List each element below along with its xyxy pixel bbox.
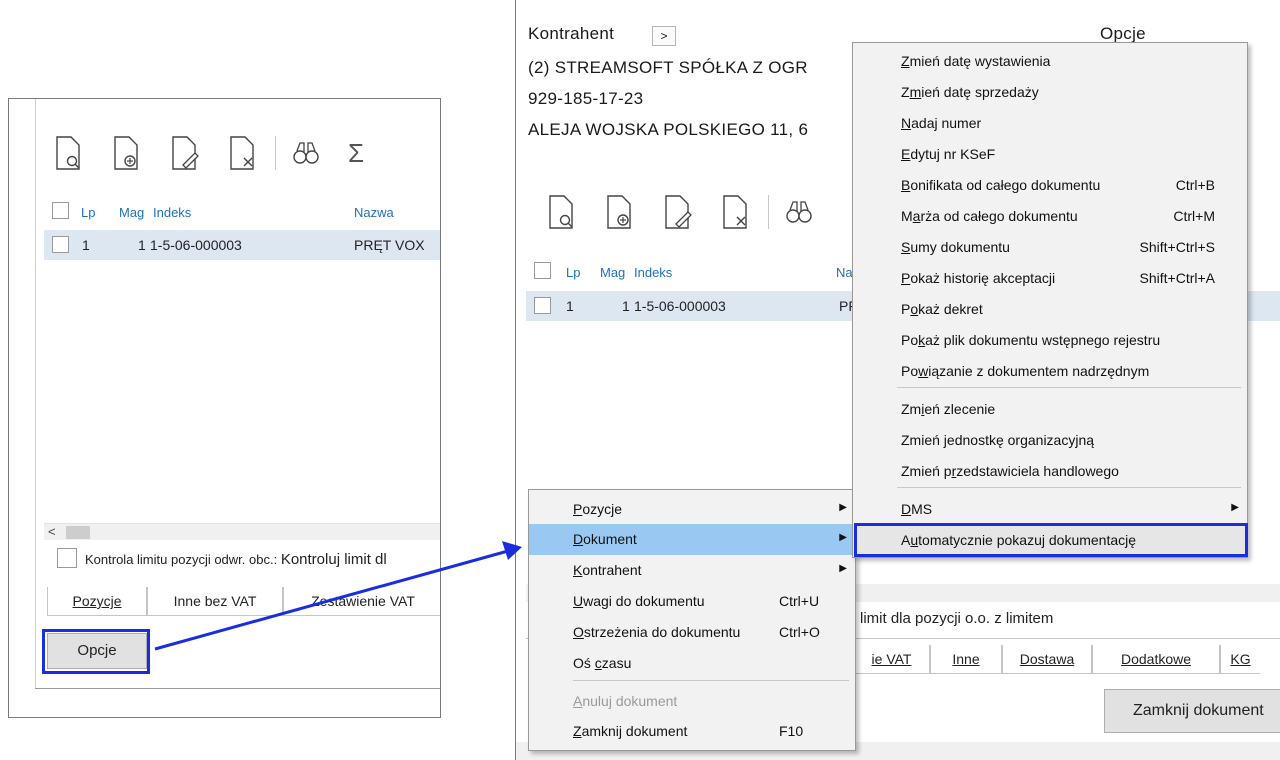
submenu-item[interactable]: Zmień przedstawiciela handlowego [853, 456, 1247, 487]
context-menu: Pozycje ▶ Dokument ▶ Kontrahent ▶ Uwagi do dok… [528, 489, 856, 751]
close-document-button[interactable]: Zamknij dokument [1104, 689, 1280, 733]
horizontal-scrollbar[interactable]: < [44, 523, 440, 540]
context-menu-item[interactable]: Oś czasu [529, 648, 855, 679]
left-toolbar: Σ [53, 135, 406, 171]
column-nazwa[interactable]: Na [836, 265, 853, 280]
tab-dodatkowe[interactable]: Dodatkowe [1092, 645, 1220, 674]
limit-checkbox[interactable] [57, 548, 77, 568]
menu-separator [897, 387, 1241, 388]
toolbar-separator [275, 136, 276, 170]
submenu-item[interactable]: Pokaż historię akceptacji Shift+Ctrl+A [853, 263, 1247, 294]
context-menu-item[interactable]: Pozycje ▶ [529, 494, 855, 525]
submenu-item[interactable]: Pokaż dekret [853, 294, 1247, 325]
cell-mag: 1 [622, 298, 630, 314]
scroll-left-icon[interactable]: < [48, 524, 56, 539]
submenu-item[interactable]: Zmień datę sprzedaży [853, 77, 1247, 108]
tab-pozycje[interactable]: Pozycje [47, 587, 147, 616]
menu-separator [573, 680, 849, 681]
submenu-item[interactable]: Zmień jednostkę organizacyjną [853, 425, 1247, 456]
select-all-checkbox[interactable] [534, 262, 551, 279]
edit-document-icon[interactable] [169, 135, 201, 171]
submenu-item[interactable]: Zmień datę wystawienia [853, 46, 1247, 77]
preview-document-icon[interactable] [53, 135, 85, 171]
sum-icon[interactable]: Σ [348, 135, 380, 171]
cell-nazwa: PRĘT VOX [354, 237, 425, 253]
binoculars-icon[interactable] [290, 135, 322, 171]
delete-document-icon[interactable] [227, 135, 259, 171]
menu-separator [897, 487, 1241, 488]
cell-lp: 1 [82, 237, 90, 253]
tab-kg[interactable]: KG [1220, 645, 1260, 674]
cell-indeks: 1-5-06-000003 [634, 298, 726, 314]
row-checkbox[interactable] [52, 236, 69, 253]
column-mag[interactable]: Mag [119, 205, 144, 220]
add-document-icon[interactable] [111, 135, 143, 171]
context-menu-item[interactable]: Ostrzeżenia do dokumentu Ctrl+O [529, 617, 855, 648]
options-highlight [42, 629, 150, 674]
tab-bez-vat[interactable]: ie VAT [854, 645, 930, 674]
opcje-label[interactable]: Opcje [1100, 24, 1146, 44]
submenu-arrow-icon: ▶ [839, 502, 847, 513]
column-lp[interactable]: Lp [566, 265, 580, 280]
context-menu-item[interactable]: Dokument ▶ [529, 524, 855, 555]
column-nazwa[interactable]: Nazwa [354, 205, 394, 220]
preview-document-icon[interactable] [546, 194, 578, 230]
limit-value[interactable]: Kontroluj limit dl [281, 551, 387, 568]
company-address: ALEJA WOJSKA POLSKIEGO 11, 6 [528, 120, 809, 139]
submenu-item[interactable]: Bonifikata od całego dokumentu Ctrl+B [853, 170, 1247, 201]
submenu-arrow-icon: ▶ [839, 563, 847, 574]
submenu-item[interactable]: Sumy dokumentu Shift+Ctrl+S [853, 232, 1247, 263]
limit-row: Kontrola limitu pozycji odwr. obc.: Kont… [85, 551, 387, 568]
tab-inne-bez-vat[interactable]: Inne bez VAT [147, 587, 283, 616]
submenu-arrow-icon: ▶ [839, 532, 847, 543]
left-window: Σ Lp Mag Indeks Nazwa 1 1 1-5-06-000003 … [8, 98, 441, 718]
limit-label: Kontrola limitu pozycji odwr. obc.: [85, 552, 278, 567]
cell-mag: 1 [138, 237, 146, 253]
kontrahent-label[interactable]: Kontrahent [528, 24, 614, 44]
submenu-item[interactable]: Nadaj numer [853, 108, 1247, 139]
document-submenu: Zmień datę wystawienia Zmień datę sprzeda… [852, 42, 1248, 558]
column-indeks[interactable]: Indeks [634, 265, 672, 280]
cell-lp: 1 [566, 298, 574, 314]
tab-inne[interactable]: Inne [930, 645, 1002, 674]
kontrahent-nav-button[interactable]: > [652, 26, 676, 46]
submenu-item[interactable]: Zmień zlecenie [853, 394, 1247, 425]
binoculars-icon[interactable] [783, 194, 815, 230]
column-mag[interactable]: Mag [600, 265, 625, 280]
toolbar-separator [768, 195, 769, 229]
select-all-checkbox[interactable] [52, 202, 69, 219]
left-tabs: Pozycje Inne bez VAT Zestawienie VAT [47, 587, 440, 616]
company-nip: 929-185-17-23 [528, 89, 644, 108]
submenu-item[interactable]: Marża od całego dokumentu Ctrl+M [853, 201, 1247, 232]
column-indeks[interactable]: Indeks [153, 205, 191, 220]
right-tabs: ie VAT Inne Dostawa Dodatkowe KG [854, 645, 1260, 674]
submenu-item[interactable]: Edytuj nr KSeF [853, 139, 1247, 170]
scroll-thumb[interactable] [66, 526, 90, 539]
submenu-item[interactable]: Pokaż plik dokumentu wstępnego rejestru [853, 325, 1247, 356]
cell-indeks: 1-5-06-000003 [150, 237, 242, 253]
company-name: (2) STREAMSOFT SPÓŁKA Z OGR [528, 58, 808, 77]
limit-value[interactable]: limit dla pozycji o.o. z limitem [860, 610, 1053, 627]
context-menu-item: Anuluj dokument [573, 693, 678, 709]
submenu-item[interactable]: DMS ▶ [853, 494, 1247, 525]
add-document-icon[interactable] [604, 194, 636, 230]
context-menu-item[interactable]: Zamknij dokument F10 [529, 716, 855, 747]
submenu-arrow-icon: ▶ [1231, 502, 1239, 513]
auto-docs-highlight [854, 523, 1248, 557]
submenu-item[interactable]: Powiązanie z dokumentem nadrzędnym [853, 356, 1247, 387]
context-menu-item[interactable]: Kontrahent ▶ [529, 555, 855, 586]
right-toolbar [546, 194, 841, 230]
edit-document-icon[interactable] [662, 194, 694, 230]
table-row[interactable]: 1 1 1-5-06-000003 PRĘT VOX [44, 230, 440, 260]
context-menu-item[interactable]: Uwagi do dokumentu Ctrl+U [529, 586, 855, 617]
tab-dostawa[interactable]: Dostawa [1002, 645, 1092, 674]
column-lp[interactable]: Lp [81, 205, 95, 220]
tab-zestawienie-vat[interactable]: Zestawienie VAT [283, 587, 440, 616]
chevron-right-icon: > [660, 29, 668, 43]
delete-document-icon[interactable] [720, 194, 752, 230]
row-checkbox[interactable] [534, 297, 551, 314]
